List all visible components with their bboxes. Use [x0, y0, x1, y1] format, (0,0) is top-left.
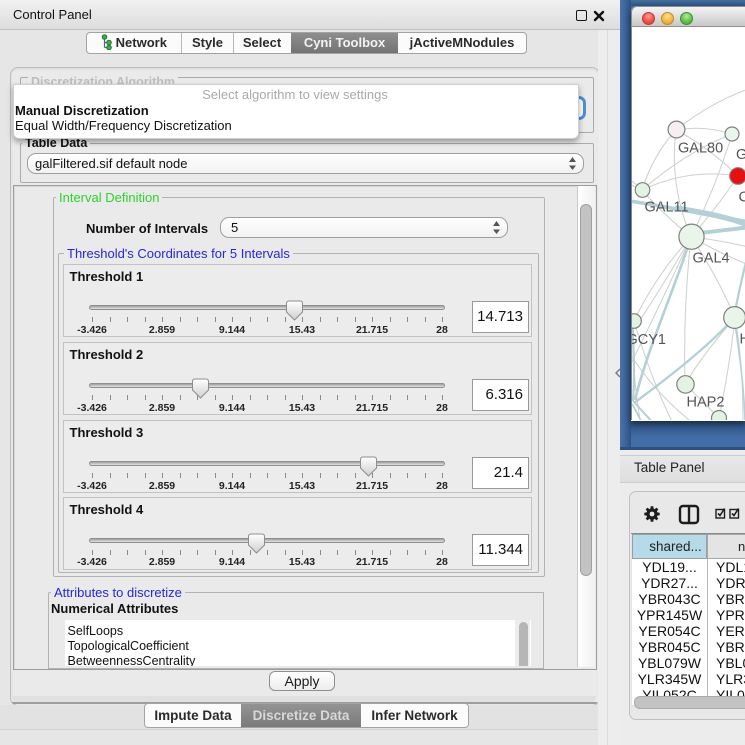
svg-text:GAL11: GAL11: [645, 200, 689, 216]
svg-text:GCY1: GCY1: [632, 332, 666, 348]
svg-text:CD: CD: [739, 190, 745, 206]
svg-text:GA: GA: [736, 147, 745, 163]
svg-text:GAL80: GAL80: [678, 141, 723, 157]
svg-text:GAL4: GAL4: [693, 251, 730, 267]
svg-text:HA: HA: [740, 332, 745, 348]
svg-text:HAP2: HAP2: [687, 395, 725, 411]
